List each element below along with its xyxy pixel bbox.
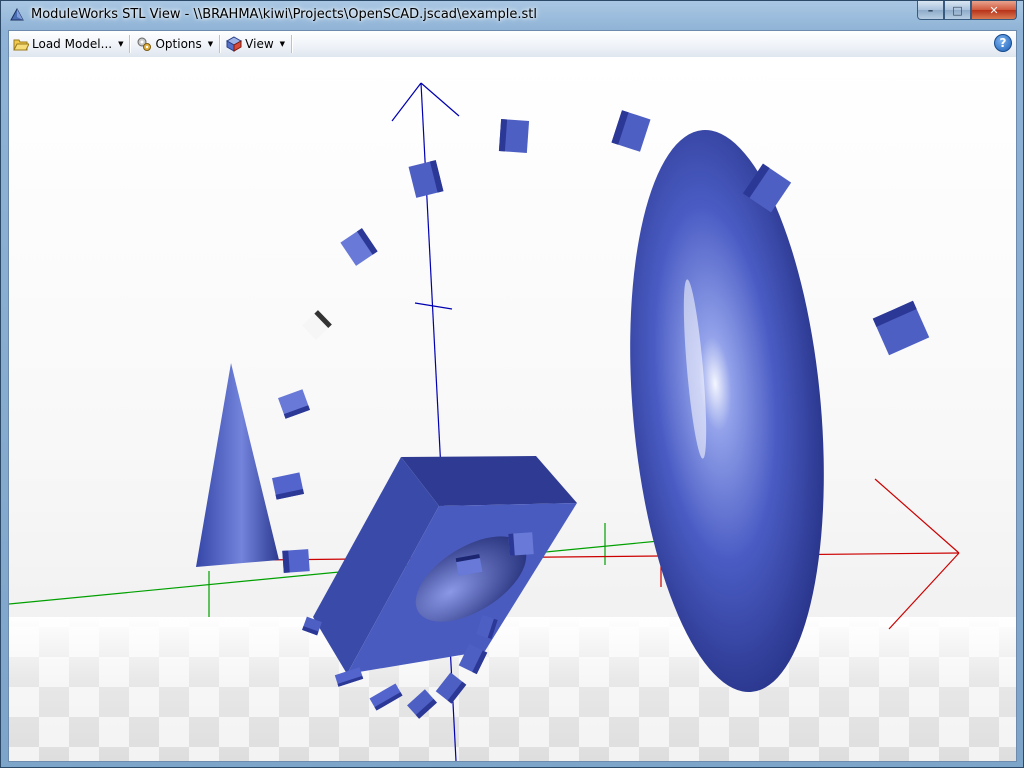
cube <box>302 310 332 340</box>
view-label: View <box>245 37 274 51</box>
client-area: Load Model... ▼ Options ▼ View ▼ ? <box>8 30 1017 762</box>
cube-view-icon <box>226 36 243 52</box>
window-title: ModuleWorks STL View - \\BRAHMA\kiwi\Pro… <box>31 7 537 22</box>
toolbar-separator <box>129 35 131 53</box>
3d-viewport[interactable] <box>9 57 1016 761</box>
close-button[interactable]: ✕ <box>971 1 1017 20</box>
cone-model <box>196 363 279 567</box>
maximize-icon: □ <box>952 3 963 17</box>
app-icon <box>10 7 24 21</box>
help-icon: ? <box>999 36 1007 50</box>
cube <box>272 472 304 500</box>
cube <box>872 300 930 356</box>
cube <box>282 549 310 573</box>
gears-icon <box>137 37 152 51</box>
ellipsoid-model <box>630 129 824 693</box>
minimize-icon: – <box>927 3 934 17</box>
cube <box>278 389 310 419</box>
load-model-button[interactable]: Load Model... ▼ <box>9 33 127 55</box>
chevron-down-icon[interactable]: ▼ <box>280 40 285 48</box>
cube <box>498 119 530 153</box>
folder-open-icon <box>13 39 29 51</box>
cube <box>611 110 651 152</box>
close-icon: ✕ <box>989 3 999 17</box>
title-bar[interactable]: ModuleWorks STL View - \\BRAHMA\kiwi\Pro… <box>1 1 1023 29</box>
toolbar-separator <box>219 35 221 53</box>
cube <box>408 160 444 198</box>
toolbar-separator <box>291 35 293 53</box>
help-button[interactable]: ? <box>994 34 1012 52</box>
maximize-button[interactable]: □ <box>944 1 971 20</box>
window-controls: – □ ✕ <box>917 1 1017 21</box>
cube <box>508 532 534 556</box>
load-model-label: Load Model... <box>32 37 113 51</box>
floor-grid <box>9 617 1016 761</box>
cube <box>340 228 378 266</box>
minimize-button[interactable]: – <box>917 1 944 20</box>
chevron-down-icon[interactable]: ▼ <box>118 40 123 48</box>
chevron-down-icon[interactable]: ▼ <box>208 40 213 48</box>
options-label: Options <box>155 37 202 51</box>
toolbar: Load Model... ▼ Options ▼ View ▼ ? <box>9 31 1016 58</box>
app-window: ModuleWorks STL View - \\BRAHMA\kiwi\Pro… <box>0 0 1024 768</box>
view-button[interactable]: View ▼ <box>222 33 289 55</box>
scene-canvas[interactable] <box>9 57 1016 761</box>
options-button[interactable]: Options ▼ <box>132 33 217 55</box>
